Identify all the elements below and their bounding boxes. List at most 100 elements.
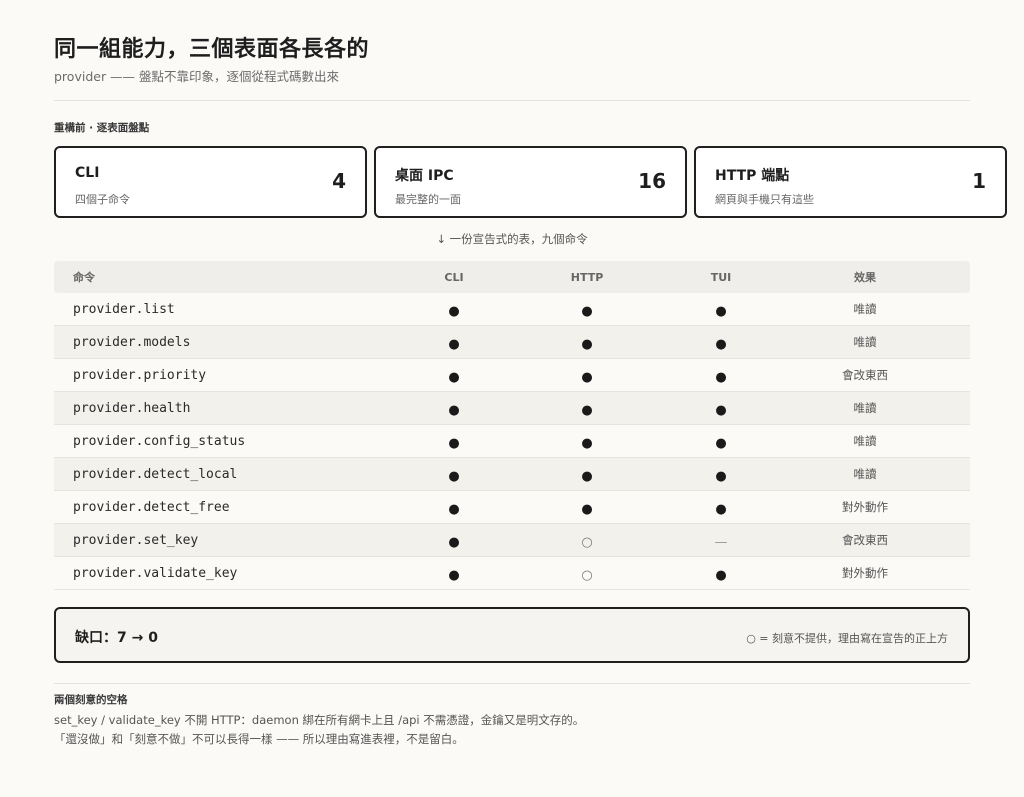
filled-circle-icon: ● [448,468,460,484]
effect-cell: 會改東西 [842,533,888,547]
divider [54,683,970,684]
effect-cell: 對外動作 [842,500,888,514]
command-cell: provider.list [73,301,175,317]
effect-cell: 唯讀 [853,302,877,316]
cli-cell: ● [394,564,514,583]
filled-circle-icon: ● [715,369,727,385]
table-row: provider.validate_key ● ○ ● 對外動作 [54,557,970,590]
section-label-before: 重構前 · 逐表面盤點 [54,122,150,134]
card-desc: 最完整的一面 [395,193,461,206]
tui-cell: ● [660,399,782,418]
command-cell: provider.priority [73,367,207,383]
filled-circle-icon: ● [581,336,593,352]
dash-icon: — [714,534,728,550]
table-row: provider.priority ● ● ● 會改東西 [54,359,970,392]
table-row: provider.models ● ● ● 唯讀 [54,326,970,359]
http-cell: ● [514,366,660,385]
http-cell: ● [514,498,660,517]
http-cell: ● [514,399,660,418]
cli-cell: ● [394,531,514,550]
filled-circle-icon: ● [448,435,460,451]
effect-cell: 唯讀 [853,467,877,481]
surface-cards: CLI 四個子命令 4 桌面 IPC 最完整的一面 16 HTTP 端點 網頁與… [54,146,1007,221]
arrow-note: ↓ 一份宣告式的表，九個命令 [436,232,588,246]
card-name: 桌面 IPC [395,168,454,184]
hollow-circle-icon: ○ [581,534,593,550]
footer-line-2: 「還沒做」和「刻意不做」不可以長得一樣 —— 所以理由寫進表裡，不是留白。 [54,732,464,746]
filled-circle-icon: ● [715,567,727,583]
header-cli: CLI [444,270,464,284]
card-name: CLI [75,165,100,181]
gap-summary: 缺口：7 → 0 ○ = 刻意不提供，理由寫在宣告的正上方 [54,607,970,663]
table-row: provider.health ● ● ● 唯讀 [54,392,970,425]
filled-circle-icon: ● [715,303,727,319]
command-cell: provider.validate_key [73,565,238,581]
footer-title: 兩個刻意的空格 [54,694,128,706]
hollow-circle-icon: ○ [581,567,593,583]
tui-cell: ● [660,465,782,484]
gap-label: 缺口：7 → 0 [75,630,158,646]
filled-circle-icon: ● [715,468,727,484]
card-desc: 四個子命令 [75,193,130,206]
page: 同一組能力，三個表面各長各的 provider —— 盤點不靠印象，逐個從程式碼… [54,36,1007,747]
card-count: 1 [972,169,986,193]
tui-cell: ● [660,333,782,352]
filled-circle-icon: ● [448,402,460,418]
command-cell: provider.health [73,400,191,416]
card-http: HTTP 端點 網頁與手機只有這些 1 [694,146,1007,218]
card-desktop-ipc: 桌面 IPC 最完整的一面 16 [374,146,687,218]
header-tui: TUI [710,270,732,284]
filled-circle-icon: ● [581,468,593,484]
tui-cell: ● [660,564,782,583]
command-cell: provider.detect_free [73,499,230,515]
table-header: 命令 CLI HTTP TUI 效果 [54,261,970,293]
page-title: 同一組能力，三個表面各長各的 [54,37,370,62]
tui-cell: ● [660,498,782,517]
table-row: provider.detect_local ● ● ● 唯讀 [54,458,970,491]
cli-cell: ● [394,399,514,418]
tui-cell: ● [660,432,782,451]
command-cell: provider.config_status [73,433,246,449]
filled-circle-icon: ● [715,501,727,517]
cli-cell: ● [394,300,514,319]
command-cell: provider.set_key [73,532,199,548]
table-row: provider.config_status ● ● ● 唯讀 [54,425,970,458]
card-name: HTTP 端點 [715,168,790,184]
header-http: HTTP [570,270,604,284]
filled-circle-icon: ● [448,534,460,550]
cli-cell: ● [394,432,514,451]
filled-circle-icon: ● [581,303,593,319]
http-cell: ● [514,300,660,319]
table-row: provider.detect_free ● ● ● 對外動作 [54,491,970,524]
tui-cell: ● [660,300,782,319]
effect-cell: 唯讀 [853,401,877,415]
filled-circle-icon: ● [581,435,593,451]
tui-cell: — [660,531,782,550]
card-cli: CLI 四個子命令 4 [54,146,367,218]
filled-circle-icon: ● [715,435,727,451]
cli-cell: ● [394,465,514,484]
table-body: provider.list ● ● ● 唯讀 provider.models ● ● ● 唯讀 pr… [54,293,970,590]
filled-circle-icon: ● [715,336,727,352]
http-cell: ○ [514,531,660,550]
command-table: 命令 CLI HTTP TUI 效果 provider.list ● ● ● 唯讀 pro… [54,261,970,590]
page-subtitle: provider —— 盤點不靠印象，逐個從程式碼數出來 [54,69,340,84]
header-effect: 效果 [854,271,876,284]
http-cell: ○ [514,564,660,583]
effect-cell: 會改東西 [842,368,888,382]
filled-circle-icon: ● [448,369,460,385]
cli-cell: ● [394,498,514,517]
filled-circle-icon: ● [448,303,460,319]
divider [54,100,970,101]
gap-note: ○ = 刻意不提供，理由寫在宣告的正上方 [746,632,948,645]
cli-cell: ● [394,366,514,385]
tui-cell: ● [660,366,782,385]
filled-circle-icon: ● [581,369,593,385]
footer-line-1: set_key / validate_key 不開 HTTP：daemon 綁在… [54,713,585,727]
filled-circle-icon: ● [715,402,727,418]
card-desc: 網頁與手機只有這些 [715,193,814,206]
http-cell: ● [514,333,660,352]
card-count: 4 [332,169,346,193]
filled-circle-icon: ● [448,336,460,352]
http-cell: ● [514,432,660,451]
